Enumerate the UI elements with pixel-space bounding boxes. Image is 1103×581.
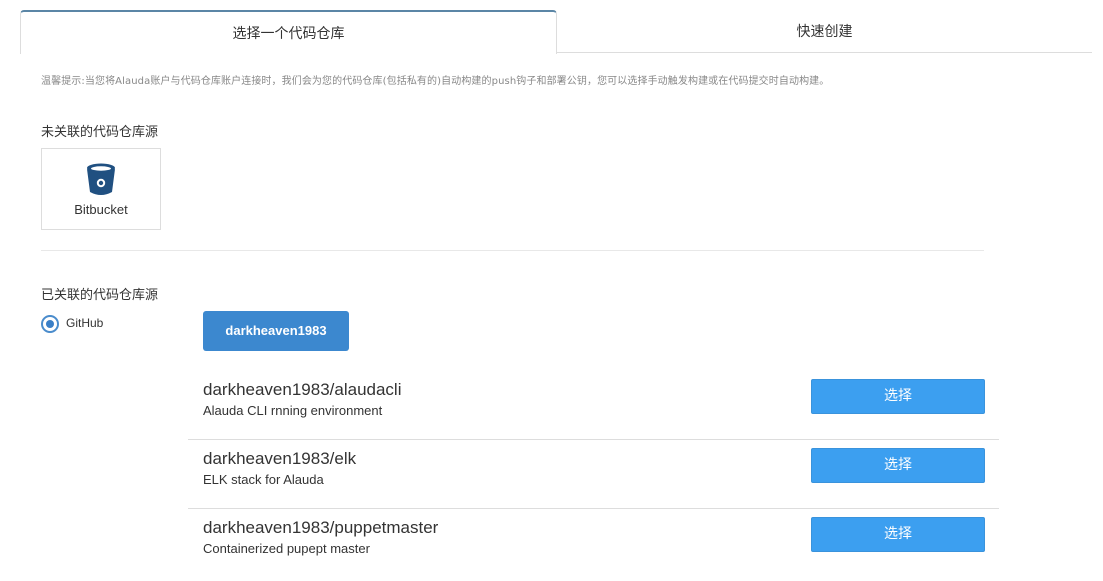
hint-text: 温馨提示:当您将Alauda账户与代码仓库账户连接时，我们会为您的代码仓库(包括… (41, 76, 830, 87)
select-repo-button[interactable]: 选择 (811, 448, 985, 483)
repo-description: Alauda CLI rnning environment (203, 403, 383, 418)
radio-button[interactable] (41, 315, 59, 333)
bitbucket-icon (86, 163, 116, 197)
tab-bar: 选择一个代码仓库 快速创建 (20, 10, 1092, 54)
provider-label: Bitbucket (74, 202, 128, 217)
repo-list-item: darkheaven1983/alaudacli Alauda CLI rnni… (188, 370, 999, 440)
tab-select-repository[interactable]: 选择一个代码仓库 (20, 10, 557, 54)
radio-selected-dot (46, 320, 54, 328)
repo-list-item: darkheaven1983/puppetmaster Containerize… (188, 508, 999, 577)
repo-name: darkheaven1983/puppetmaster (203, 518, 439, 537)
select-repo-button[interactable]: 选择 (811, 517, 985, 552)
account-button[interactable]: darkheaven1983 (203, 311, 349, 351)
unlinked-sources-title: 未关联的代码仓库源 (41, 125, 159, 140)
tab-quick-create[interactable]: 快速创建 (557, 10, 1092, 52)
linked-sources-title: 已关联的代码仓库源 (41, 288, 159, 303)
select-repo-button[interactable]: 选择 (811, 379, 985, 414)
repo-description: ELK stack for Alauda (203, 472, 324, 487)
repo-name: darkheaven1983/elk (203, 449, 357, 468)
github-label: GitHub (66, 316, 104, 330)
repo-list-item: darkheaven1983/elk ELK stack for Alauda … (188, 439, 999, 509)
section-divider (41, 250, 984, 251)
repo-name: darkheaven1983/alaudacli (203, 380, 402, 399)
repo-description: Containerized pupept master (203, 541, 370, 556)
bitbucket-provider-card[interactable]: Bitbucket (41, 148, 161, 230)
